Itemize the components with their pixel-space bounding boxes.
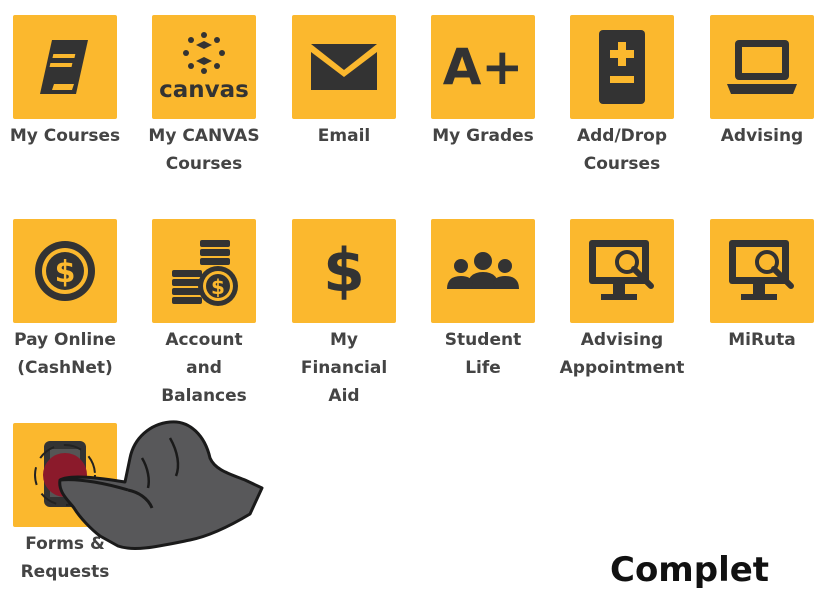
a-plus-icon: A+ [442, 38, 524, 96]
tile-label-miruta: MiRuta [728, 330, 796, 350]
dollar-coin-icon: $ [35, 241, 95, 301]
canvas-logo-icon [183, 32, 225, 74]
tile-label-pay-online: Pay Online (CashNet) [14, 330, 116, 378]
tile-my-canvas-courses[interactable]: canvas [152, 15, 256, 119]
tile-label-my-financial-aid: My Financial Aid [300, 330, 388, 406]
svg-text:$: $ [55, 255, 76, 290]
tile-advising-appointment[interactable] [570, 219, 674, 323]
tile-label-student-life: Student Life [444, 330, 522, 378]
tile-miruta[interactable] [710, 219, 814, 323]
tile-label-email: Email [317, 126, 371, 146]
tile-account-balances[interactable]: $ [152, 219, 256, 323]
monitor-search-icon [589, 240, 654, 300]
tile-label-advising: Advising [720, 126, 804, 146]
tile-my-courses[interactable] [13, 15, 117, 119]
coin-stack-icon: $ [172, 240, 238, 306]
tile-my-financial-aid[interactable]: $ [292, 219, 396, 323]
tile-label-account-balances: Account and Balances [161, 330, 247, 406]
book-icon [40, 40, 88, 94]
envelope-icon [311, 44, 377, 90]
tile-my-grades[interactable]: A+ [431, 15, 535, 119]
tile-student-life[interactable] [431, 219, 535, 323]
tile-label-advising-appointment: Advising Appointment [559, 330, 685, 378]
tile-label-my-courses: My Courses [9, 126, 121, 146]
tile-label-my-grades: My Grades [432, 126, 534, 146]
canvas-wordmark: canvas [159, 77, 249, 103]
tile-email[interactable] [292, 15, 396, 119]
dollar-sign-icon: $ [323, 236, 365, 306]
plus-minus-document-icon [599, 30, 645, 104]
tile-add-drop-courses[interactable] [570, 15, 674, 119]
tile-label-add-drop-courses: Add/Drop Courses [576, 126, 668, 174]
people-group-icon [447, 252, 519, 289]
tile-pay-online[interactable]: $ [13, 219, 117, 323]
tile-label-my-canvas-courses: My CANVAS Courses [148, 126, 260, 174]
footer-heading: Complet [610, 550, 770, 590]
pointing-hand-icon [58, 420, 264, 550]
svg-text:$: $ [211, 275, 225, 299]
tile-advising[interactable] [710, 15, 814, 119]
laptop-icon [727, 40, 797, 94]
monitor-search-icon [729, 240, 794, 300]
